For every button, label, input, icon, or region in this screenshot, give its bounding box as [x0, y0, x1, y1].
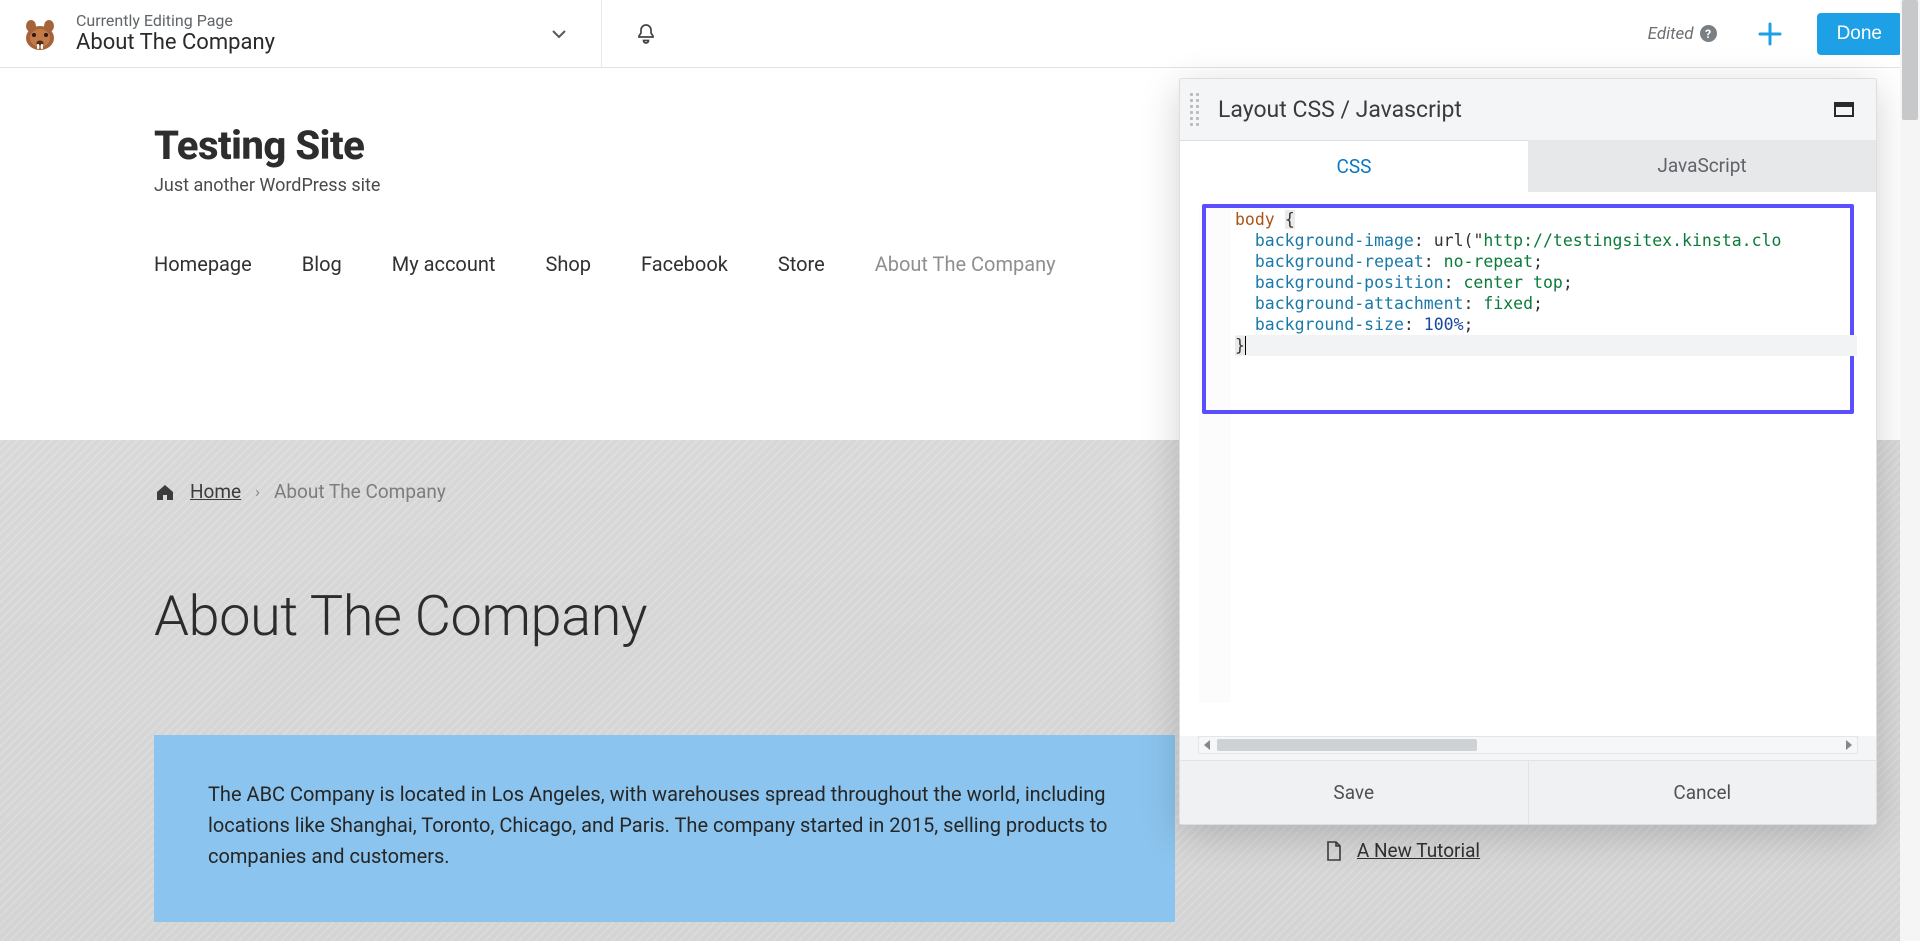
- toolbar-divider: [601, 0, 602, 68]
- sidebar-link[interactable]: A New Tutorial: [1325, 839, 1766, 862]
- nav-item-store[interactable]: Store: [778, 252, 825, 276]
- nav-item-shop[interactable]: Shop: [545, 252, 591, 276]
- document-icon: [1325, 841, 1343, 861]
- editor-horizontal-scrollbar[interactable]: [1198, 736, 1858, 754]
- tab-css[interactable]: CSS: [1180, 140, 1528, 192]
- nav-item-homepage[interactable]: Homepage: [154, 252, 252, 276]
- panel-tabs: CSS JavaScript: [1180, 140, 1876, 192]
- plus-icon[interactable]: [1755, 19, 1785, 49]
- breadcrumb-current: About The Company: [274, 480, 446, 503]
- nav-item-facebook[interactable]: Facebook: [641, 252, 728, 276]
- editing-info: Currently Editing Page About The Company: [76, 11, 275, 57]
- tab-javascript[interactable]: JavaScript: [1528, 140, 1876, 192]
- edited-label: Edited: [1648, 24, 1694, 44]
- chevron-down-icon[interactable]: [549, 24, 569, 44]
- drag-handle-icon[interactable]: [1190, 93, 1206, 126]
- help-icon[interactable]: ?: [1700, 25, 1717, 42]
- layout-css-js-panel: Layout CSS / Javascript CSS JavaScript b…: [1179, 78, 1877, 825]
- done-button[interactable]: Done: [1817, 13, 1902, 55]
- sidebar-link-label: A New Tutorial: [1357, 839, 1480, 862]
- beaver-builder-logo-icon[interactable]: [18, 12, 62, 56]
- nav-item-about-the-company[interactable]: About The Company: [875, 252, 1056, 276]
- editing-label: Currently Editing Page: [76, 11, 275, 30]
- top-toolbar: Currently Editing Page About The Company…: [0, 0, 1920, 68]
- code-gutter: [1199, 205, 1231, 703]
- save-button[interactable]: Save: [1180, 761, 1529, 824]
- breadcrumb-home-link[interactable]: Home: [190, 480, 241, 503]
- panel-header[interactable]: Layout CSS / Javascript: [1180, 79, 1876, 140]
- panel-title: Layout CSS / Javascript: [1218, 96, 1462, 123]
- editing-page-title: About The Company: [76, 30, 275, 56]
- code-editor[interactable]: body { background-image: url("http://tes…: [1180, 192, 1876, 736]
- code-text[interactable]: body { background-image: url("http://tes…: [1231, 205, 1857, 703]
- chevron-right-icon: ›: [255, 482, 260, 501]
- cancel-button[interactable]: Cancel: [1529, 761, 1877, 824]
- home-icon: [154, 482, 176, 502]
- maximize-icon[interactable]: [1834, 102, 1854, 117]
- nav-item-my-account[interactable]: My account: [392, 252, 496, 276]
- nav-item-blog[interactable]: Blog: [302, 252, 342, 276]
- company-intro-card: The ABC Company is located in Los Angele…: [154, 735, 1175, 922]
- panel-footer: Save Cancel: [1180, 760, 1876, 824]
- edited-badge: Edited ?: [1648, 24, 1717, 44]
- viewport-scrollbar[interactable]: [1900, 0, 1920, 941]
- bell-icon[interactable]: [634, 22, 658, 46]
